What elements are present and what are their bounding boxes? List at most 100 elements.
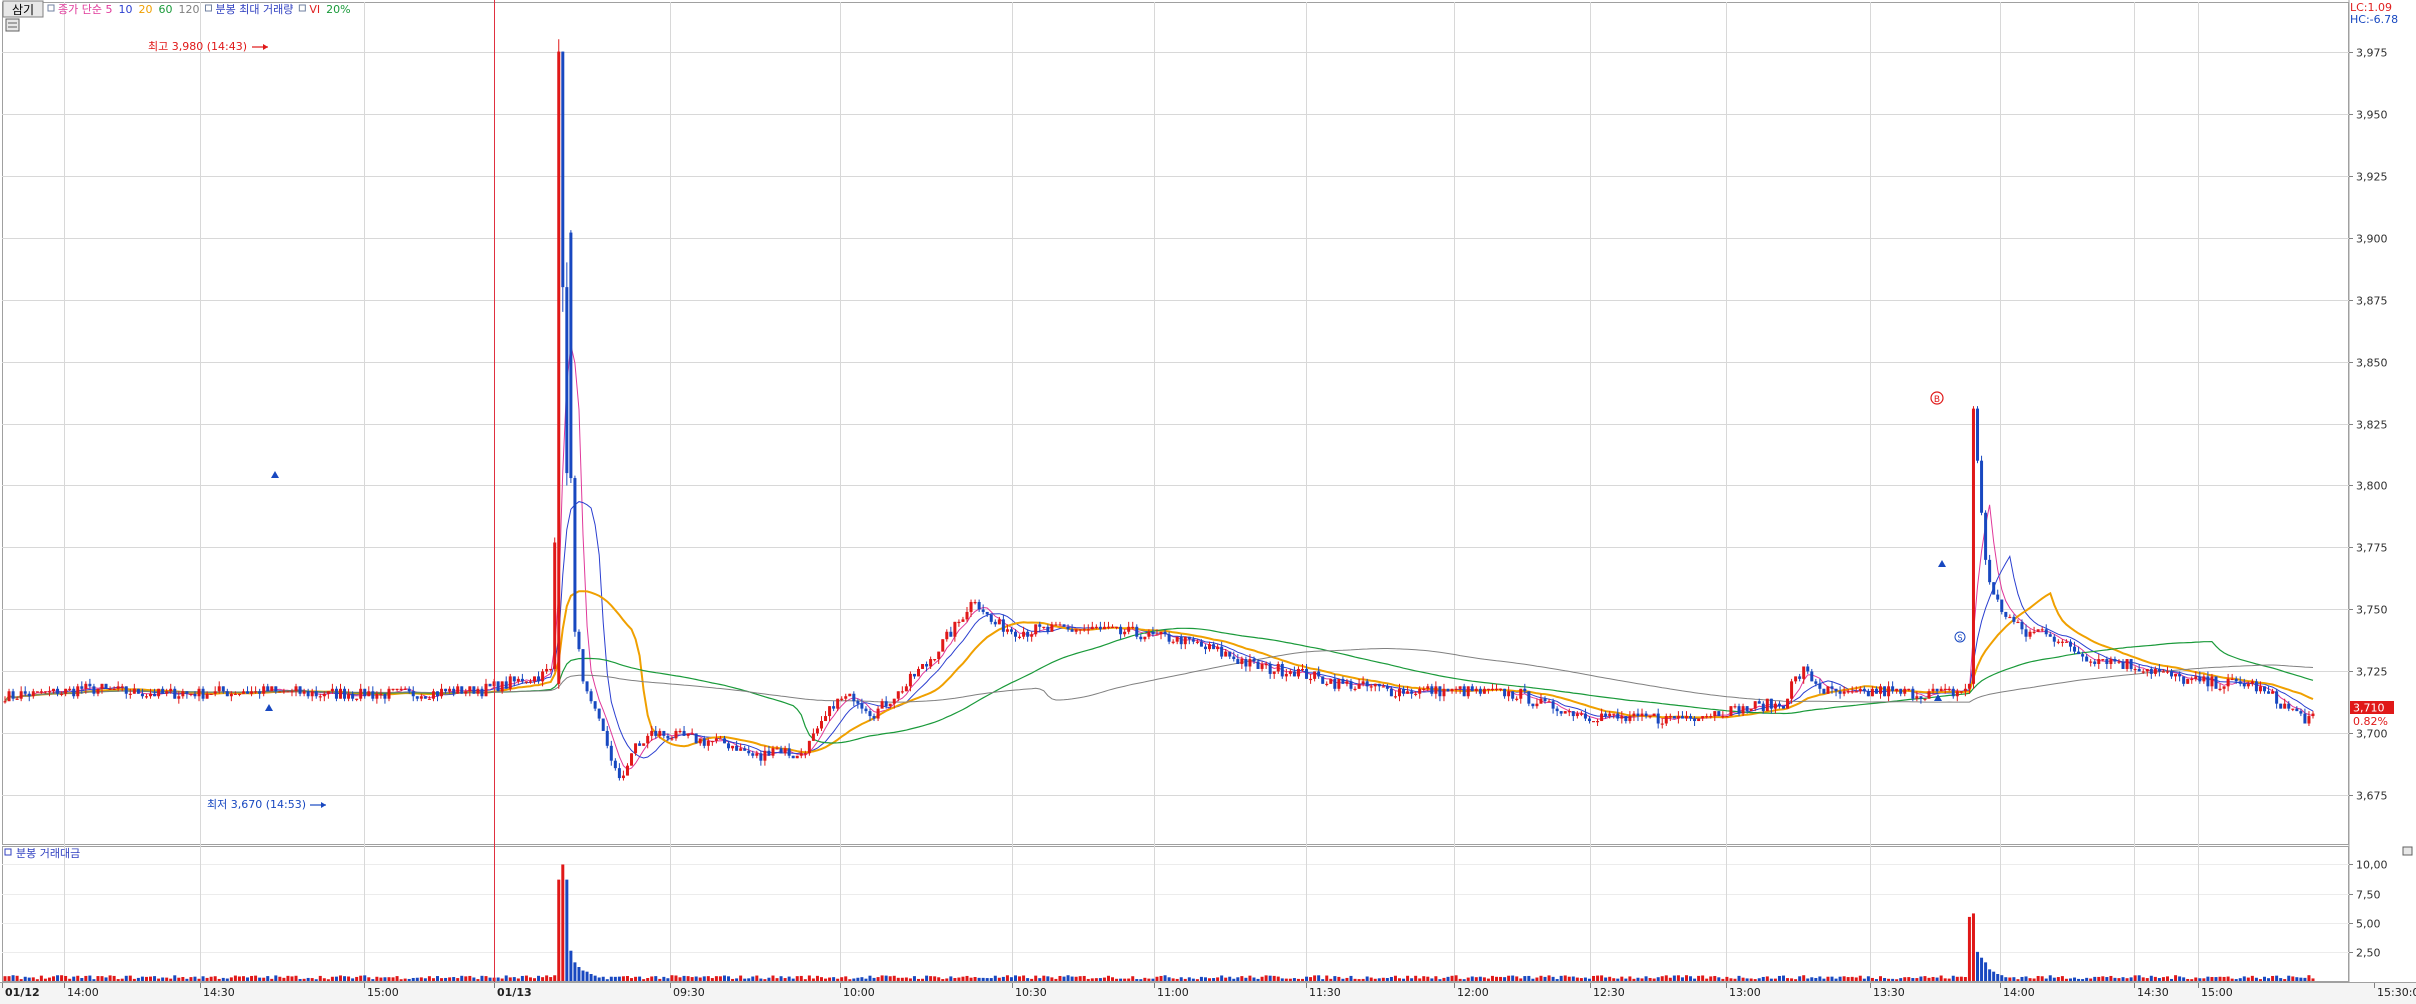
volume-bar — [1240, 976, 1244, 981]
price-tick-label: 3,975 — [2356, 47, 2388, 60]
volume-bar — [205, 977, 209, 981]
candle-body — [92, 686, 96, 694]
volume-bar — [1794, 979, 1798, 981]
settings-icon[interactable] — [5, 18, 20, 32]
volume-bar — [1486, 978, 1490, 981]
candle-body — [884, 701, 888, 707]
candle-body — [484, 683, 488, 697]
volume-bar — [625, 975, 629, 981]
candle-body — [1018, 636, 1022, 638]
candle-body — [961, 619, 965, 622]
candle-body — [1082, 629, 1086, 631]
candle-body — [1705, 716, 1709, 718]
candle-body — [2016, 621, 2020, 624]
candle-body — [973, 602, 977, 604]
candle-body — [367, 691, 371, 697]
candle-body — [1709, 716, 1713, 718]
candle-body — [1640, 713, 1644, 717]
candle-body — [977, 602, 981, 610]
candle-body — [1963, 688, 1967, 692]
candle-body — [161, 688, 165, 694]
candle-body — [419, 696, 423, 699]
volume-bar — [290, 976, 294, 981]
candle-body — [423, 696, 427, 699]
mode-button-label[interactable]: 삼기 — [12, 3, 34, 17]
time-tick-label: 15:00 — [367, 986, 399, 999]
candle-body — [1066, 626, 1070, 630]
volume-bar — [1373, 978, 1377, 981]
candle-body — [1458, 686, 1462, 689]
volume-bar — [1939, 975, 1943, 981]
candle-body — [824, 716, 828, 722]
volume-tick-label: 5,00 — [2356, 918, 2381, 931]
volume-bar — [787, 976, 791, 981]
volume-panel-toggle-icon[interactable] — [2402, 846, 2413, 856]
candle-body — [1741, 706, 1745, 714]
volume-bar — [161, 977, 165, 981]
candle-body — [1111, 626, 1115, 629]
volume-bar — [710, 978, 714, 981]
volume-bar — [2283, 979, 2287, 981]
candle-body — [1648, 716, 1652, 718]
volume-bar — [302, 978, 306, 981]
candle-body — [1507, 691, 1511, 697]
volume-bar — [1309, 977, 1313, 981]
legend-item-label: 종가 단순 5 — [58, 3, 112, 16]
volume-bar — [1389, 976, 1393, 981]
candle-body — [1967, 683, 1971, 689]
candle-body — [1733, 706, 1737, 708]
volume-bar — [1102, 977, 1106, 981]
volume-bar — [1022, 975, 1026, 981]
volume-bar — [472, 977, 476, 981]
volume-bar — [1313, 975, 1317, 981]
candle-body — [1030, 634, 1034, 637]
volume-bar — [189, 977, 193, 981]
candle-body — [1288, 671, 1292, 674]
candle-body — [1272, 671, 1276, 674]
candle-body — [1228, 651, 1232, 657]
volume-bar — [270, 978, 274, 981]
volume-bar — [1393, 975, 1397, 981]
volume-bar — [1503, 977, 1507, 981]
volume-bar — [1127, 978, 1131, 981]
candle-body — [1062, 624, 1066, 627]
volume-bar — [2004, 977, 2008, 981]
volume-bar — [1414, 975, 1418, 981]
candle-body — [795, 755, 799, 759]
volume-bar — [1660, 976, 1664, 981]
volume-bar — [1442, 977, 1446, 981]
candle-body — [1988, 559, 1992, 583]
volume-bar — [2258, 979, 2262, 981]
candle-body — [2008, 616, 2012, 619]
volume-bar — [1248, 975, 1252, 981]
volume-bar — [504, 975, 508, 981]
volume-bar — [2210, 976, 2214, 981]
candle-body — [504, 681, 508, 689]
candle-body — [1672, 716, 1676, 719]
volume-bar — [1199, 976, 1203, 981]
volume-bar — [427, 976, 431, 981]
candle-body — [1850, 691, 1854, 693]
legend-item-label: VI — [309, 3, 320, 16]
volume-bar — [512, 977, 516, 981]
volume-bar — [921, 978, 925, 981]
volume-bar — [2036, 975, 2040, 981]
candle-body — [314, 691, 318, 697]
candle-body — [1620, 716, 1624, 719]
volume-bar — [2089, 978, 2093, 981]
candle-body — [104, 683, 108, 689]
candle-body — [1725, 716, 1729, 718]
legend-item-label: 20% — [326, 3, 350, 16]
volume-bar — [1406, 975, 1410, 981]
volume-bar — [7, 976, 11, 981]
volume-bar — [2077, 978, 2081, 981]
candle-body — [1208, 644, 1212, 650]
legend-item-label: 10 — [118, 3, 132, 16]
volume-bar — [153, 976, 157, 981]
volume-bar — [1693, 978, 1697, 981]
price-tick-label: 3,700 — [2356, 728, 2388, 741]
candle-body — [1345, 681, 1349, 684]
candle-body — [1001, 619, 1005, 632]
volume-bar — [860, 977, 864, 981]
volume-bar — [2052, 977, 2056, 981]
